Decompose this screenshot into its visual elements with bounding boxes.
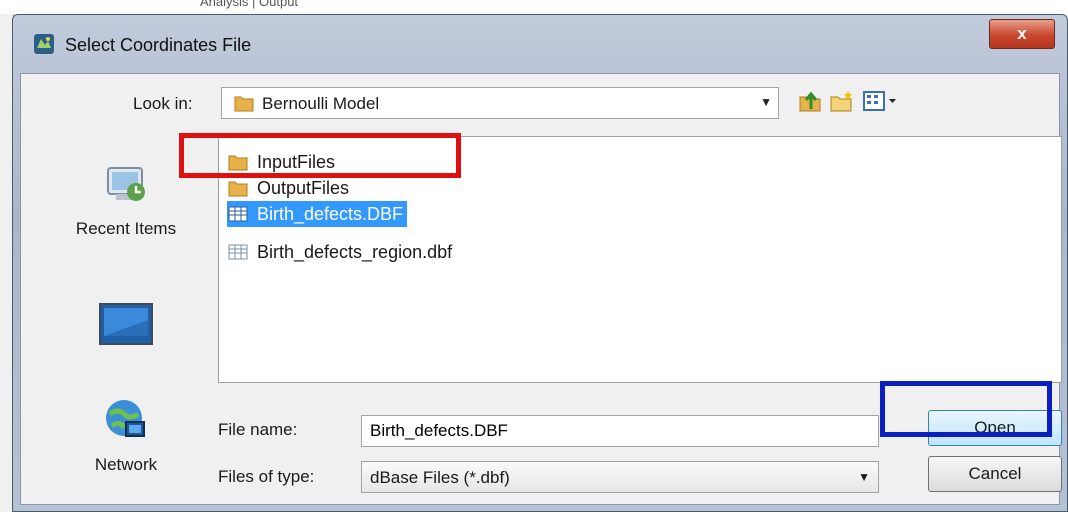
dialog-client-area: Look in: Bernoulli Model ▼ Recent Items	[20, 73, 1062, 505]
places-network[interactable]: Network	[61, 396, 191, 475]
places-label: Network	[94, 455, 158, 474]
places-recent-items[interactable]: Recent Items	[61, 162, 191, 239]
view-menu-icon[interactable]	[861, 87, 901, 115]
chevron-down-icon: ▼	[858, 470, 870, 484]
chevron-down-icon: ▼	[760, 95, 772, 109]
file-name-text: OutputFiles	[257, 177, 350, 198]
network-icon	[102, 400, 150, 448]
look-in-dropdown[interactable]: Bernoulli Model ▼	[221, 87, 779, 119]
file-type-value: dBase Files (*.dbf)	[370, 468, 510, 487]
file-name-text: Birth_defects_region.dbf	[257, 241, 453, 262]
places-label: Recent Items	[75, 219, 177, 238]
look-in-label: Look in:	[133, 94, 193, 113]
annotation-highlight-red	[179, 133, 461, 178]
dialog-title: Select Coordinates File	[65, 35, 252, 55]
list-item[interactable]: Birth_defects_region.dbf	[227, 239, 452, 265]
background-menu-text: Analysis | Output	[200, 0, 299, 9]
file-type-dropdown[interactable]: dBase Files (*.dbf) ▼	[361, 461, 879, 493]
table-file-icon	[227, 241, 249, 263]
select-coordinates-dialog: Select Coordinates File x Look in: Berno…	[12, 14, 1068, 512]
look-in-value: Bernoulli Model	[262, 94, 380, 113]
up-one-level-icon[interactable]	[797, 87, 823, 115]
list-item-selected[interactable]: Birth_defects.DBF	[227, 201, 408, 227]
file-name-text: Birth_defects.DBF	[257, 203, 404, 224]
app-icon	[33, 33, 55, 55]
places-desktop[interactable]	[61, 302, 191, 357]
dialog-titlebar[interactable]: Select Coordinates File x	[13, 15, 1067, 65]
annotation-highlight-blue	[880, 381, 1052, 437]
file-name-label: File name:	[218, 420, 298, 439]
recent-items-icon	[102, 167, 150, 212]
close-button[interactable]: x	[989, 19, 1055, 49]
new-folder-icon[interactable]	[829, 87, 855, 115]
close-icon: x	[1017, 24, 1027, 43]
desktop-icon	[98, 303, 154, 350]
table-file-icon	[227, 203, 249, 225]
folder-icon	[227, 177, 249, 199]
list-item[interactable]: OutputFiles	[227, 175, 349, 201]
file-name-field[interactable]	[361, 415, 879, 447]
cancel-button[interactable]: Cancel	[928, 456, 1062, 492]
file-type-label: Files of type:	[218, 467, 315, 486]
folder-icon	[234, 94, 254, 117]
background-app-strip: Analysis | Output	[0, 0, 1068, 14]
